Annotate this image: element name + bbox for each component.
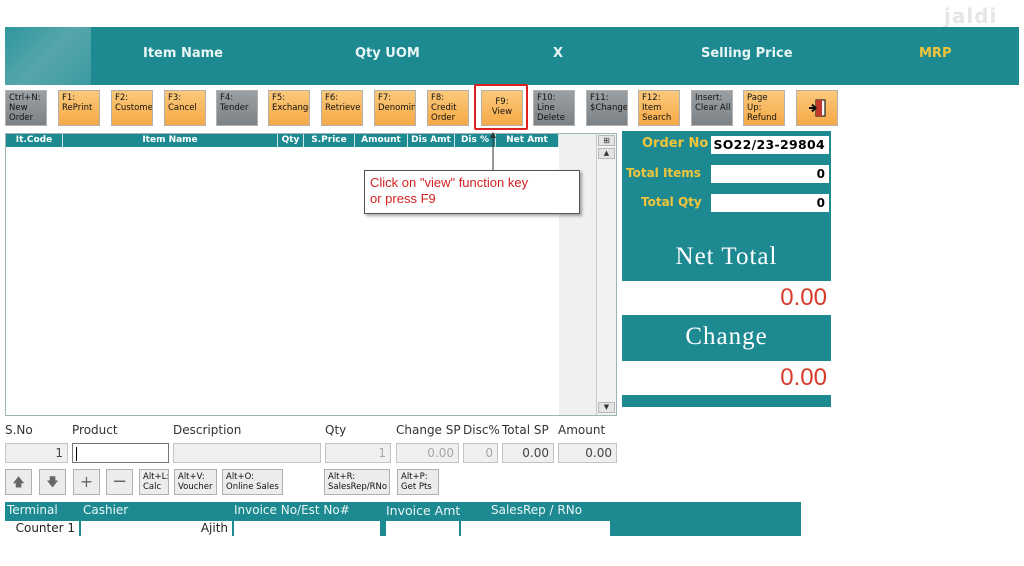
item-search-button[interactable]: F12: Item Search xyxy=(638,90,680,126)
invoice-amt-value xyxy=(386,521,459,536)
disc-label: Disc% xyxy=(463,423,500,437)
invoice-no-label: Invoice No/Est No# xyxy=(234,503,350,517)
arrow-up-icon: 🡅 xyxy=(12,475,25,489)
callout-arrow-icon xyxy=(490,132,496,171)
scroll-up-icon[interactable]: ▲ xyxy=(598,148,615,159)
arrow-down-icon: 🡇 xyxy=(46,475,59,489)
change-sp-field[interactable]: 0.00 xyxy=(396,443,459,463)
terminal-value: Counter 1 xyxy=(5,521,79,536)
tender-button[interactable]: F4: Tender xyxy=(216,90,258,126)
denomination-button[interactable]: F7: Denomina xyxy=(374,90,416,126)
total-sp-field: 0.00 xyxy=(502,443,554,463)
exit-button[interactable] xyxy=(796,90,838,126)
header-mrp: MRP xyxy=(919,46,952,61)
cashier-label: Cashier xyxy=(83,503,129,517)
get-points-button[interactable]: Alt+P: Get Pts xyxy=(397,469,439,495)
column-header[interactable]: S.Price xyxy=(304,134,355,147)
calc-button[interactable]: Alt+L: Calc xyxy=(139,469,169,495)
change-label: Change xyxy=(685,323,768,350)
decrement-button[interactable]: − xyxy=(106,469,133,495)
total-items-label: Total Items xyxy=(626,166,701,180)
order-no-value: SO22/23-29804 xyxy=(711,136,829,154)
pos-screen: jaldi Item Name Qty UOM X Selling Price … xyxy=(0,0,1024,566)
callout-line-2: or press F9 xyxy=(370,191,436,206)
line-delete-button[interactable]: F10: Line Delete xyxy=(533,90,575,126)
cancel-button[interactable]: F3: Cancel xyxy=(164,90,206,126)
column-header[interactable]: It.Code xyxy=(6,134,63,147)
credit-order-button[interactable]: F8: Credit Order xyxy=(427,90,469,126)
exchange-button[interactable]: F5: Exchange xyxy=(268,90,310,126)
clear-all-button[interactable]: Insert: Clear All xyxy=(691,90,733,126)
net-total-value: 0.00 xyxy=(622,281,831,315)
disc-field[interactable]: 0 xyxy=(463,443,498,463)
refund-button[interactable]: Page Up: Refund xyxy=(743,90,785,126)
sno-label: S.No xyxy=(5,423,33,437)
total-qty-value: 0 xyxy=(711,194,829,212)
plus-icon: + xyxy=(79,472,94,491)
description-field[interactable] xyxy=(173,443,321,463)
salesrep-label: SalesRep / RNo xyxy=(491,503,583,517)
qty-field[interactable]: 1 xyxy=(325,443,391,463)
instruction-callout: Click on "view" function key or press F9 xyxy=(364,170,580,214)
salesrep-rno-button[interactable]: Alt+R: SalesRep/RNo xyxy=(324,469,390,495)
column-header[interactable]: Qty xyxy=(278,134,304,147)
move-down-button[interactable]: 🡇 xyxy=(39,469,66,495)
qty-label: Qty xyxy=(325,423,347,437)
header-selling-price: Selling Price xyxy=(701,46,793,61)
change-value: 0.00 xyxy=(622,361,831,395)
change-sp-label: Change SP xyxy=(396,423,461,437)
callout-line-1: Click on "view" function key xyxy=(370,175,529,190)
total-qty-label: Total Qty xyxy=(641,195,702,209)
voucher-button[interactable]: Alt+V: Voucher xyxy=(174,469,217,495)
invoice-amt-label: Invoice Amt xyxy=(386,503,461,518)
header-qty-uom: Qty UOM xyxy=(355,46,420,61)
retrieve-button[interactable]: F6: Retrieve xyxy=(321,90,363,126)
grid-scrollbar[interactable]: ⊞ ▲ ▼ xyxy=(596,134,616,415)
column-header[interactable]: Dis Amt xyxy=(408,134,455,147)
net-total-label: Net Total xyxy=(675,243,778,270)
amount-field: 0.00 xyxy=(558,443,617,463)
cashier-value: Ajith xyxy=(81,521,232,536)
view-button-highlight xyxy=(474,84,528,130)
new-order-button[interactable]: Ctrl+N: New Order xyxy=(5,90,47,126)
text-cursor xyxy=(76,446,77,461)
invoice-no-value xyxy=(234,521,380,536)
header-item-name: Item Name xyxy=(143,46,223,61)
online-sales-button[interactable]: Alt+O: Online Sales xyxy=(222,469,283,495)
order-summary-panel: Order No SO22/23-29804 Total Items 0 Tot… xyxy=(622,131,831,407)
total-sp-label: Total SP xyxy=(502,423,549,437)
item-header-bar: Item Name Qty UOM X Selling Price MRP xyxy=(5,27,1019,85)
order-no-label: Order No xyxy=(642,136,709,151)
description-label: Description xyxy=(173,423,242,437)
amount-label: Amount xyxy=(558,423,606,437)
grid-header: It.Code Item Name Qty S.Price Amount Dis… xyxy=(6,134,559,147)
column-header[interactable]: Amount xyxy=(355,134,408,147)
move-up-button[interactable]: 🡅 xyxy=(5,469,32,495)
column-chooser-icon[interactable]: ⊞ xyxy=(598,135,615,146)
dollar-change-button[interactable]: F11: $Change xyxy=(586,90,628,126)
terminal-label: Terminal xyxy=(7,503,58,517)
store-logo xyxy=(5,27,91,85)
salesrep-value xyxy=(461,521,610,536)
exit-door-icon xyxy=(809,99,826,117)
header-x: X xyxy=(553,46,564,61)
reprint-button[interactable]: F1: RePrint xyxy=(58,90,100,126)
column-header[interactable]: Net Amt xyxy=(496,134,559,147)
footer-bar: Terminal Cashier Invoice No/Est No# Invo… xyxy=(5,502,801,536)
sno-field: 1 xyxy=(5,443,68,463)
total-items-value: 0 xyxy=(711,165,829,183)
product-label: Product xyxy=(72,423,118,437)
column-header[interactable]: Item Name xyxy=(63,134,278,147)
customer-button[interactable]: F2: Customer xyxy=(111,90,153,126)
scroll-down-icon[interactable]: ▼ xyxy=(598,402,615,413)
increment-button[interactable]: + xyxy=(73,469,100,495)
minus-icon: − xyxy=(111,471,128,492)
product-input[interactable] xyxy=(72,443,169,463)
